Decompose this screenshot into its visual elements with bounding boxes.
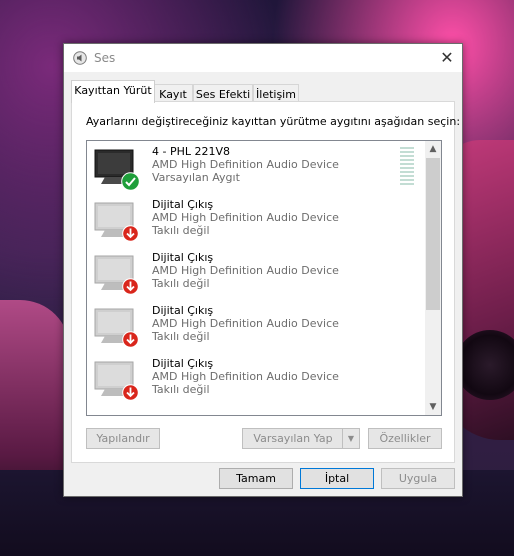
device-description: AMD High Definition Audio Device bbox=[152, 211, 339, 224]
scroll-up-arrow-icon[interactable]: ▲ bbox=[425, 141, 441, 157]
tab-playback[interactable]: Kayıttan Yürüt bbox=[71, 80, 155, 103]
device-row-digital-output[interactable]: Dijital Çıkış AMD High Definition Audio … bbox=[87, 247, 425, 300]
scroll-down-arrow-icon[interactable]: ▼ bbox=[425, 399, 441, 415]
down-arrow-icon bbox=[122, 331, 139, 348]
check-icon bbox=[121, 172, 140, 191]
set-default-label: Varsayılan Yap bbox=[253, 432, 333, 445]
device-row-digital-output[interactable]: Dijital Çıkış AMD High Definition Audio … bbox=[87, 300, 425, 353]
device-row-digital-output[interactable]: Dijital Çıkış AMD High Definition Audio … bbox=[87, 194, 425, 247]
device-list[interactable]: 4 - PHL 221V8 AMD High Definition Audio … bbox=[86, 140, 442, 416]
playback-panel: Ayarlarını değiştireceğiniz kayıttan yür… bbox=[71, 101, 460, 463]
scrollbar-thumb[interactable] bbox=[426, 158, 440, 310]
properties-button[interactable]: Özellikler bbox=[368, 428, 442, 449]
device-status: Takılı değil bbox=[152, 277, 210, 290]
device-name: Dijital Çıkış bbox=[152, 198, 214, 211]
apply-button[interactable]: Uygula bbox=[381, 468, 455, 489]
device-status: Takılı değil bbox=[152, 224, 210, 237]
instruction-text: Ayarlarını değiştireceğiniz kayıttan yür… bbox=[86, 115, 461, 128]
device-status: Varsayılan Aygıt bbox=[152, 171, 240, 184]
device-description: AMD High Definition Audio Device bbox=[152, 264, 339, 277]
device-description: AMD High Definition Audio Device bbox=[152, 317, 339, 330]
title-bar[interactable]: Ses ✕ bbox=[64, 44, 462, 72]
device-name: Dijital Çıkış bbox=[152, 251, 214, 264]
device-name: Dijital Çıkış bbox=[152, 357, 214, 370]
cancel-button[interactable]: İptal bbox=[300, 468, 374, 489]
sound-dialog: Ses ✕ Kayıttan Yürüt Kayıt Ses Efekti İl… bbox=[63, 43, 463, 497]
window-title: Ses bbox=[94, 51, 116, 65]
device-name: Dijital Çıkış bbox=[152, 304, 214, 317]
set-default-button[interactable]: Varsayılan Yap ▼ bbox=[242, 428, 360, 449]
down-arrow-icon bbox=[122, 225, 139, 242]
device-row-phl[interactable]: 4 - PHL 221V8 AMD High Definition Audio … bbox=[87, 141, 425, 194]
close-button[interactable]: ✕ bbox=[432, 44, 462, 72]
vertical-scrollbar[interactable]: ▲ ▼ bbox=[425, 141, 441, 415]
device-description: AMD High Definition Audio Device bbox=[152, 158, 339, 171]
level-meter bbox=[400, 147, 414, 187]
down-arrow-icon bbox=[122, 384, 139, 401]
ok-button[interactable]: Tamam bbox=[219, 468, 293, 489]
device-row-digital-output[interactable]: Dijital Çıkış AMD High Definition Audio … bbox=[87, 353, 425, 406]
speaker-icon bbox=[73, 51, 87, 65]
device-status: Takılı değil bbox=[152, 383, 210, 396]
device-name: 4 - PHL 221V8 bbox=[152, 145, 231, 158]
configure-button[interactable]: Yapılandır bbox=[86, 428, 160, 449]
down-arrow-icon bbox=[122, 278, 139, 295]
device-description: AMD High Definition Audio Device bbox=[152, 370, 339, 383]
device-status: Takılı değil bbox=[152, 330, 210, 343]
chevron-down-icon[interactable]: ▼ bbox=[342, 429, 359, 448]
